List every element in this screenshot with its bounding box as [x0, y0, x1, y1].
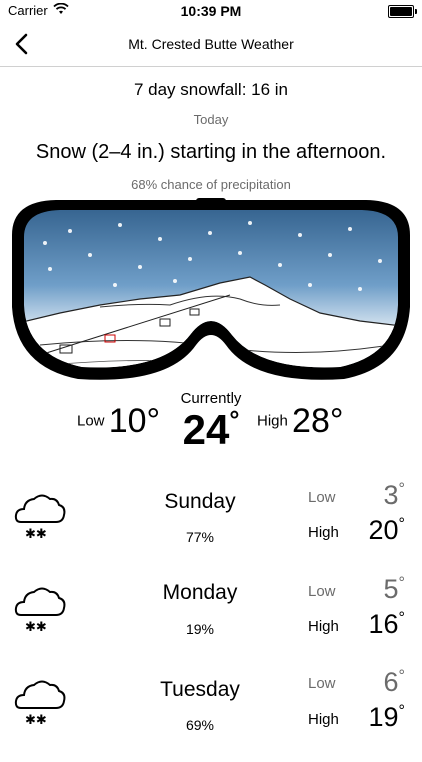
cloud-snow-icon: ✱✱: [14, 680, 66, 728]
high-label: High: [308, 524, 339, 541]
period-label: Today: [193, 112, 229, 127]
precip-chance: 69%: [185, 717, 215, 733]
precip-chance: 68% chance of precipitation: [131, 177, 291, 192]
clock: 10:39 PM: [180, 3, 242, 19]
precip-chance: 77%: [185, 529, 215, 545]
day-name: Monday: [162, 581, 238, 604]
svg-text:✱✱: ✱✱: [25, 713, 47, 728]
forecast-row-tuesday: ✱✱ Tuesday 69% Low 6° High 19°: [0, 667, 422, 762]
low-label: Low: [308, 583, 336, 600]
today-low: Low 10°: [77, 402, 161, 440]
current-label: Currently: [180, 390, 242, 407]
cloud-snow-icon: ✱✱: [14, 494, 66, 542]
low-temp: 5°: [383, 574, 405, 604]
low-label: Low: [308, 489, 336, 506]
forecast-summary: Snow (2–4 in.) starting in the afternoon…: [35, 141, 387, 163]
today-high: High 28°: [257, 402, 344, 440]
goggle-illustration: [12, 198, 410, 380]
current-temperature: 24°: [182, 406, 240, 453]
svg-text:✱✱: ✱✱: [25, 620, 47, 635]
forecast-row-monday: ✱✱ Monday 19% Low 5° High 16°: [0, 574, 422, 669]
cloud-snow-icon: ✱✱: [14, 587, 66, 635]
current-conditions: Currently 24° Low 10° High 28°: [0, 388, 422, 458]
high-temp: 20°: [368, 515, 405, 545]
day-name: Tuesday: [160, 678, 240, 701]
high-temp: 19°: [368, 702, 405, 732]
high-temp: 16°: [368, 609, 405, 639]
low-temp: 6°: [383, 667, 405, 697]
low-temp: 3°: [383, 480, 405, 510]
precip-chance: 19%: [185, 621, 215, 637]
low-label: Low: [308, 675, 336, 692]
weekly-snowfall: 7 day snowfall: 16 in: [133, 80, 289, 99]
high-label: High: [308, 711, 339, 728]
day-name: Sunday: [164, 490, 236, 513]
svg-text:✱✱: ✱✱: [25, 527, 47, 542]
nav-bar: Mt. Crested Butte Weather: [0, 22, 422, 67]
page-title: Mt. Crested Butte Weather: [128, 36, 294, 52]
battery-icon: [388, 5, 417, 18]
forecast-row-sunday: ✱✱ Sunday 77% Low 3° High 20°: [0, 480, 422, 576]
high-label: High: [308, 618, 339, 635]
status-bar: Carrier 10:39 PM: [0, 0, 422, 22]
